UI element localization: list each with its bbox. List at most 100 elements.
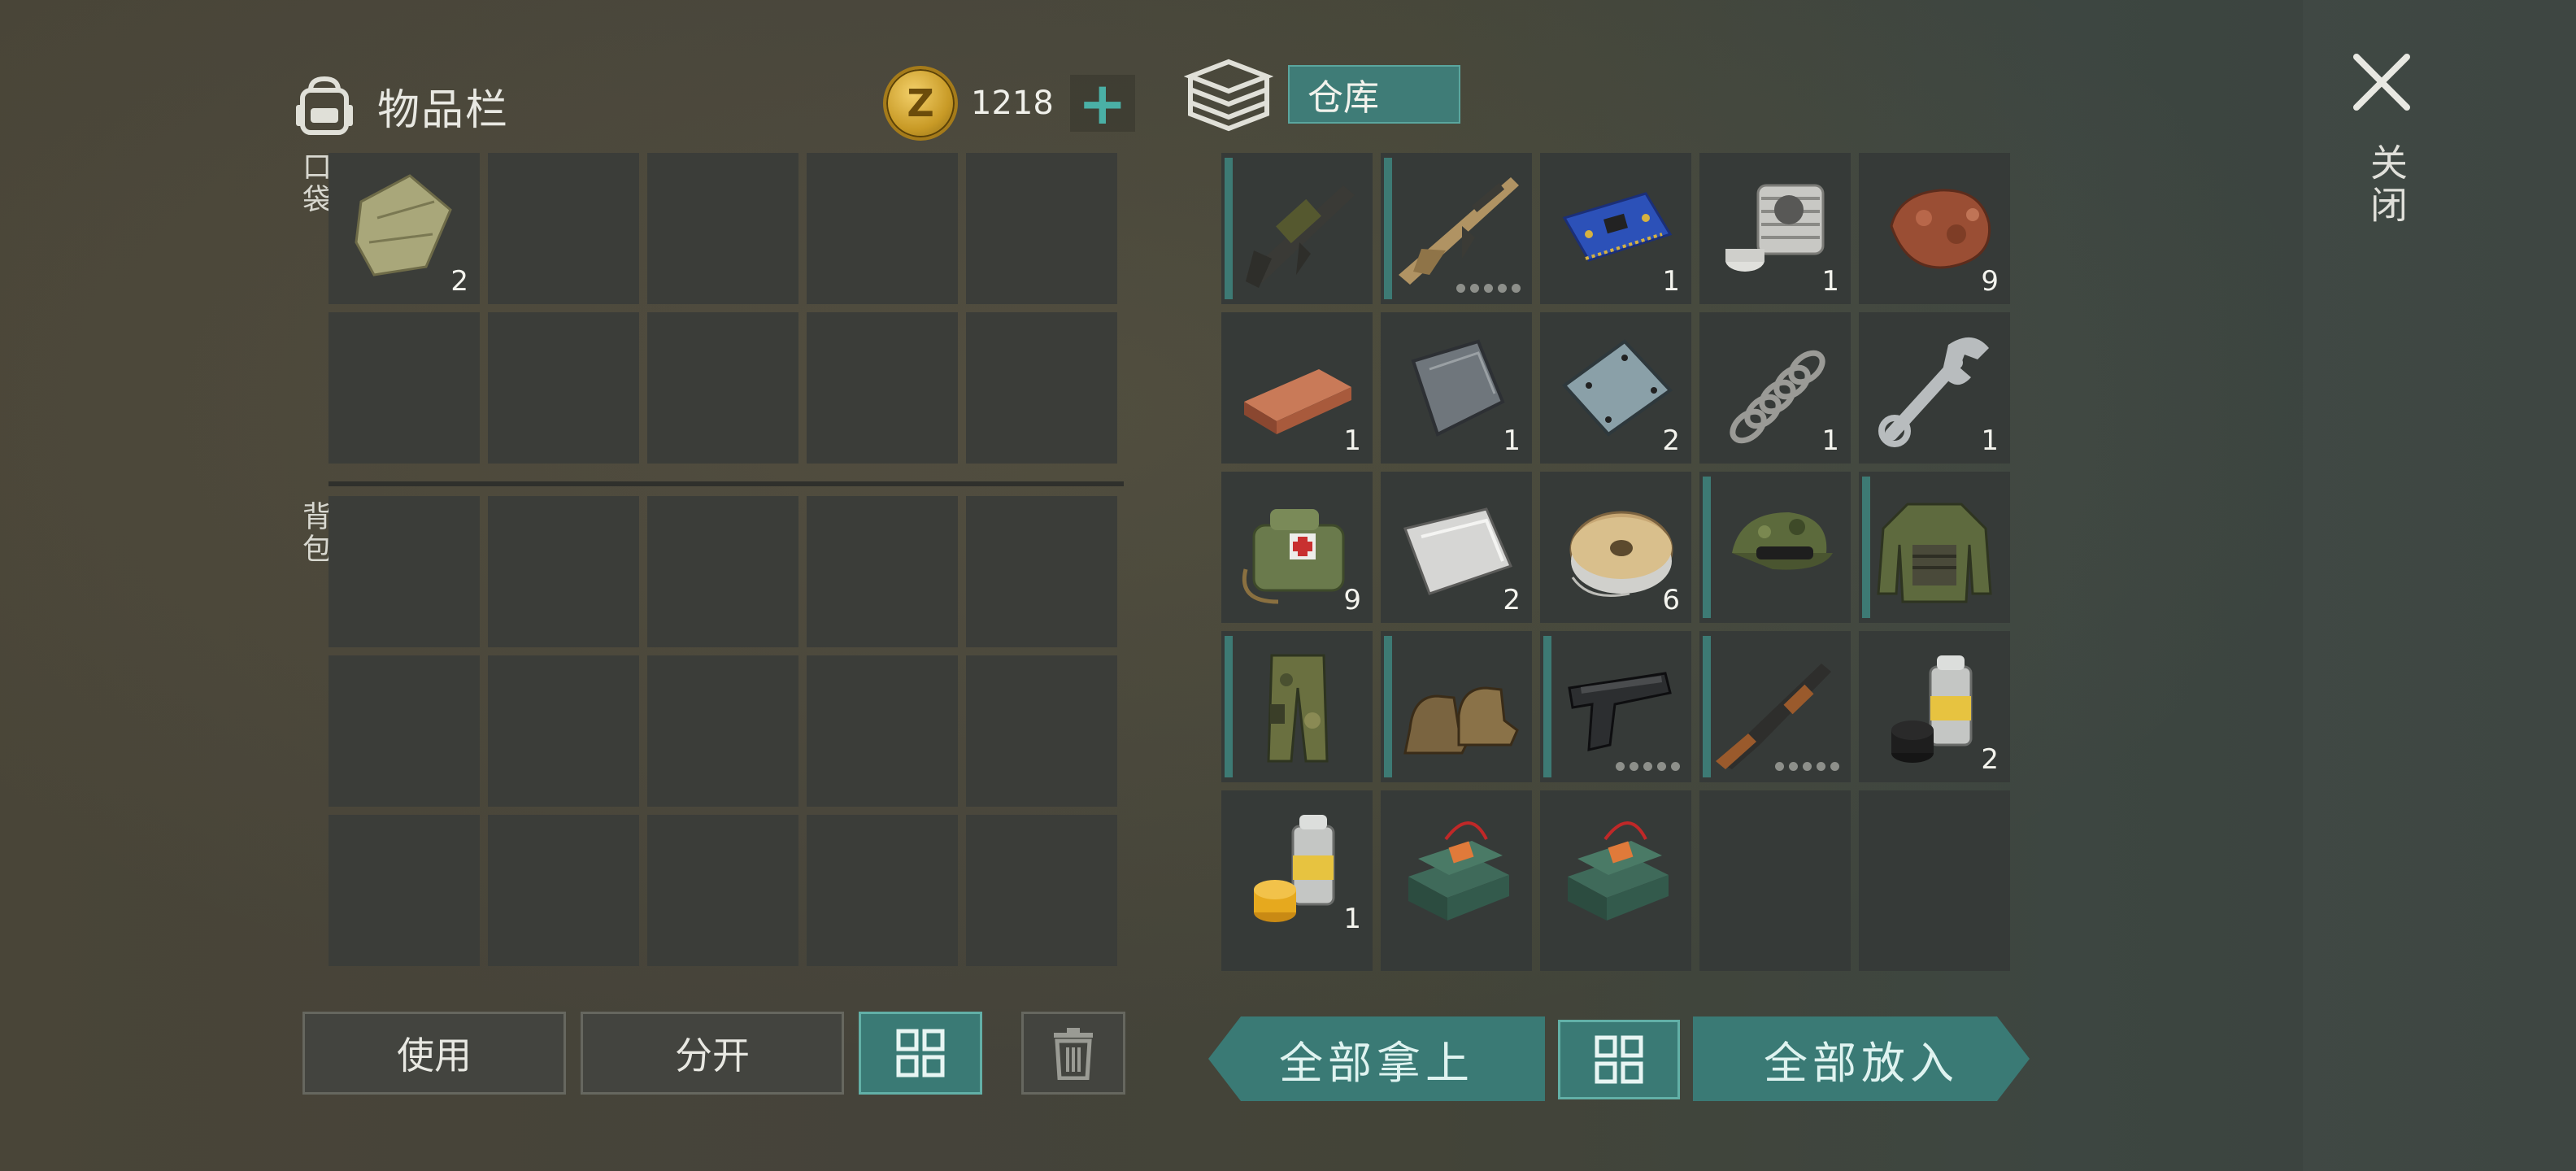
warehouse-slot[interactable] <box>1381 790 1532 942</box>
c4-explosive-icon <box>1408 821 1509 921</box>
warehouse-slot[interactable]: 2 <box>1859 631 2010 782</box>
c4-explosive-icon <box>1568 821 1669 921</box>
close-label[interactable]: 关闭 <box>2360 143 2413 228</box>
use-button[interactable]: 使用 <box>302 1012 566 1095</box>
warehouse-slot[interactable] <box>1699 790 1851 942</box>
warehouse-slot[interactable] <box>1381 631 1532 782</box>
pocket-slot[interactable] <box>488 153 639 304</box>
backpack-slot[interactable] <box>807 815 958 966</box>
warehouse-slot[interactable] <box>1699 631 1851 782</box>
put-all-button[interactable]: 全部放入 <box>1693 1016 2030 1101</box>
warehouse-slot[interactable] <box>1221 631 1373 782</box>
item-quantity: 2 <box>1981 743 1999 776</box>
backpack-slot[interactable] <box>647 655 798 807</box>
backpack-slot[interactable] <box>966 815 1117 966</box>
warehouse-slot[interactable] <box>1859 790 2010 942</box>
item-quantity: 1 <box>1981 424 1999 457</box>
sort-inventory-button[interactable] <box>859 1012 982 1095</box>
inventory-title: 物品栏 <box>377 85 510 135</box>
grid-sort-icon <box>1595 1035 1643 1084</box>
pocket-slot[interactable] <box>966 153 1117 304</box>
item-quantity: 9 <box>1343 584 1361 616</box>
pocket-slot[interactable] <box>966 312 1117 464</box>
close-icon[interactable] <box>2345 46 2418 119</box>
item-quantity: 9 <box>1981 265 1999 298</box>
warehouse-slot[interactable]: 6 <box>1540 472 1691 623</box>
warehouse-slot[interactable]: 1 <box>1221 312 1373 464</box>
backpack-slot[interactable] <box>329 496 480 647</box>
add-currency-button[interactable]: + <box>1069 74 1135 133</box>
warehouse-slot[interactable]: 1 <box>1381 312 1532 464</box>
item-quantity: 6 <box>1662 584 1680 616</box>
backpack-slot[interactable] <box>488 655 639 807</box>
pocket-slot[interactable] <box>488 312 639 464</box>
backpack-grid <box>329 496 1117 966</box>
warehouse-slot[interactable]: 1 <box>1540 153 1691 304</box>
section-divider <box>329 481 1124 486</box>
backpack-slot[interactable] <box>807 496 958 647</box>
coin-count: 1218 <box>971 85 1054 122</box>
backpack-slot[interactable] <box>966 655 1117 807</box>
warehouse-slot[interactable]: 1 <box>1859 312 2010 464</box>
warehouse-slot-partial[interactable] <box>1859 942 2010 971</box>
backpack-slot[interactable] <box>329 815 480 966</box>
item-quantity: 1 <box>1503 424 1521 457</box>
backpack-slot[interactable] <box>807 655 958 807</box>
backpack-slot[interactable] <box>329 655 480 807</box>
attachment-dots <box>1456 284 1521 293</box>
warehouse-slot[interactable]: 1 <box>1699 312 1851 464</box>
pocket-slot[interactable] <box>329 312 480 464</box>
inventory-header: 物品栏 <box>293 57 509 155</box>
warehouse-slot[interactable]: 9 <box>1221 472 1373 623</box>
warehouse-slot[interactable] <box>1540 631 1691 782</box>
attachment-dots <box>1775 762 1839 771</box>
item-quantity: 1 <box>1343 424 1361 457</box>
camo-cap-icon <box>1732 512 1833 570</box>
warehouse-slot[interactable]: 9 <box>1859 153 2010 304</box>
pocket-slot[interactable]: 2 <box>329 153 480 304</box>
item-quantity: 1 <box>1821 265 1839 298</box>
pocket-slot[interactable] <box>647 153 798 304</box>
warehouse-slot[interactable]: 1 <box>1699 153 1851 304</box>
backpack-slot[interactable] <box>488 815 639 966</box>
sort-warehouse-button[interactable] <box>1558 1020 1680 1099</box>
grid-sort-icon <box>896 1029 945 1077</box>
backpack-slot[interactable] <box>647 815 798 966</box>
item-quantity: 1 <box>1343 903 1361 935</box>
coin-icon: Z <box>883 66 958 141</box>
trash-icon <box>1054 1028 1093 1080</box>
backpack-slot[interactable] <box>966 496 1117 647</box>
boots-icon <box>1403 686 1519 755</box>
warehouse-slot-partial[interactable] <box>1381 942 1532 971</box>
pocket-slot[interactable] <box>807 312 958 464</box>
warehouse-slot[interactable]: 2 <box>1540 312 1691 464</box>
backpack-slot[interactable] <box>488 496 639 647</box>
warehouse-slot[interactable]: 1 <box>1221 790 1373 942</box>
warehouse-slot[interactable] <box>1859 472 2010 623</box>
split-button[interactable]: 分开 <box>581 1012 844 1095</box>
warehouse-slot-partial[interactable] <box>1699 942 1851 971</box>
right-panel-strip <box>2303 0 2576 1171</box>
take-all-button[interactable]: 全部拿上 <box>1208 1016 1545 1101</box>
item-quantity: 2 <box>1662 424 1680 457</box>
warehouse-slot[interactable] <box>1699 472 1851 623</box>
item-quantity: 1 <box>1662 265 1680 298</box>
pistol-icon <box>1568 672 1672 751</box>
tactical-jacket-icon <box>1877 503 1992 603</box>
warehouse-slot[interactable] <box>1381 153 1532 304</box>
trash-button[interactable] <box>1021 1012 1125 1095</box>
warehouse-tab[interactable]: 仓库 <box>1288 65 1460 124</box>
warehouse-slot-partial[interactable] <box>1540 942 1691 971</box>
backpack-icon <box>296 76 353 135</box>
warehouse-slot-partial[interactable] <box>1221 942 1373 971</box>
warehouse-slot[interactable] <box>1221 153 1373 304</box>
camo-pants-icon <box>1267 654 1329 763</box>
warehouse-slot[interactable] <box>1540 790 1691 942</box>
warehouse-header: 仓库 <box>1184 55 1460 133</box>
backpack-slot[interactable] <box>647 496 798 647</box>
pocket-slot[interactable] <box>647 312 798 464</box>
shotgun-icon <box>1716 664 1831 769</box>
pocket-slot[interactable] <box>807 153 958 304</box>
item-quantity: 1 <box>1821 424 1839 457</box>
warehouse-slot[interactable]: 2 <box>1381 472 1532 623</box>
